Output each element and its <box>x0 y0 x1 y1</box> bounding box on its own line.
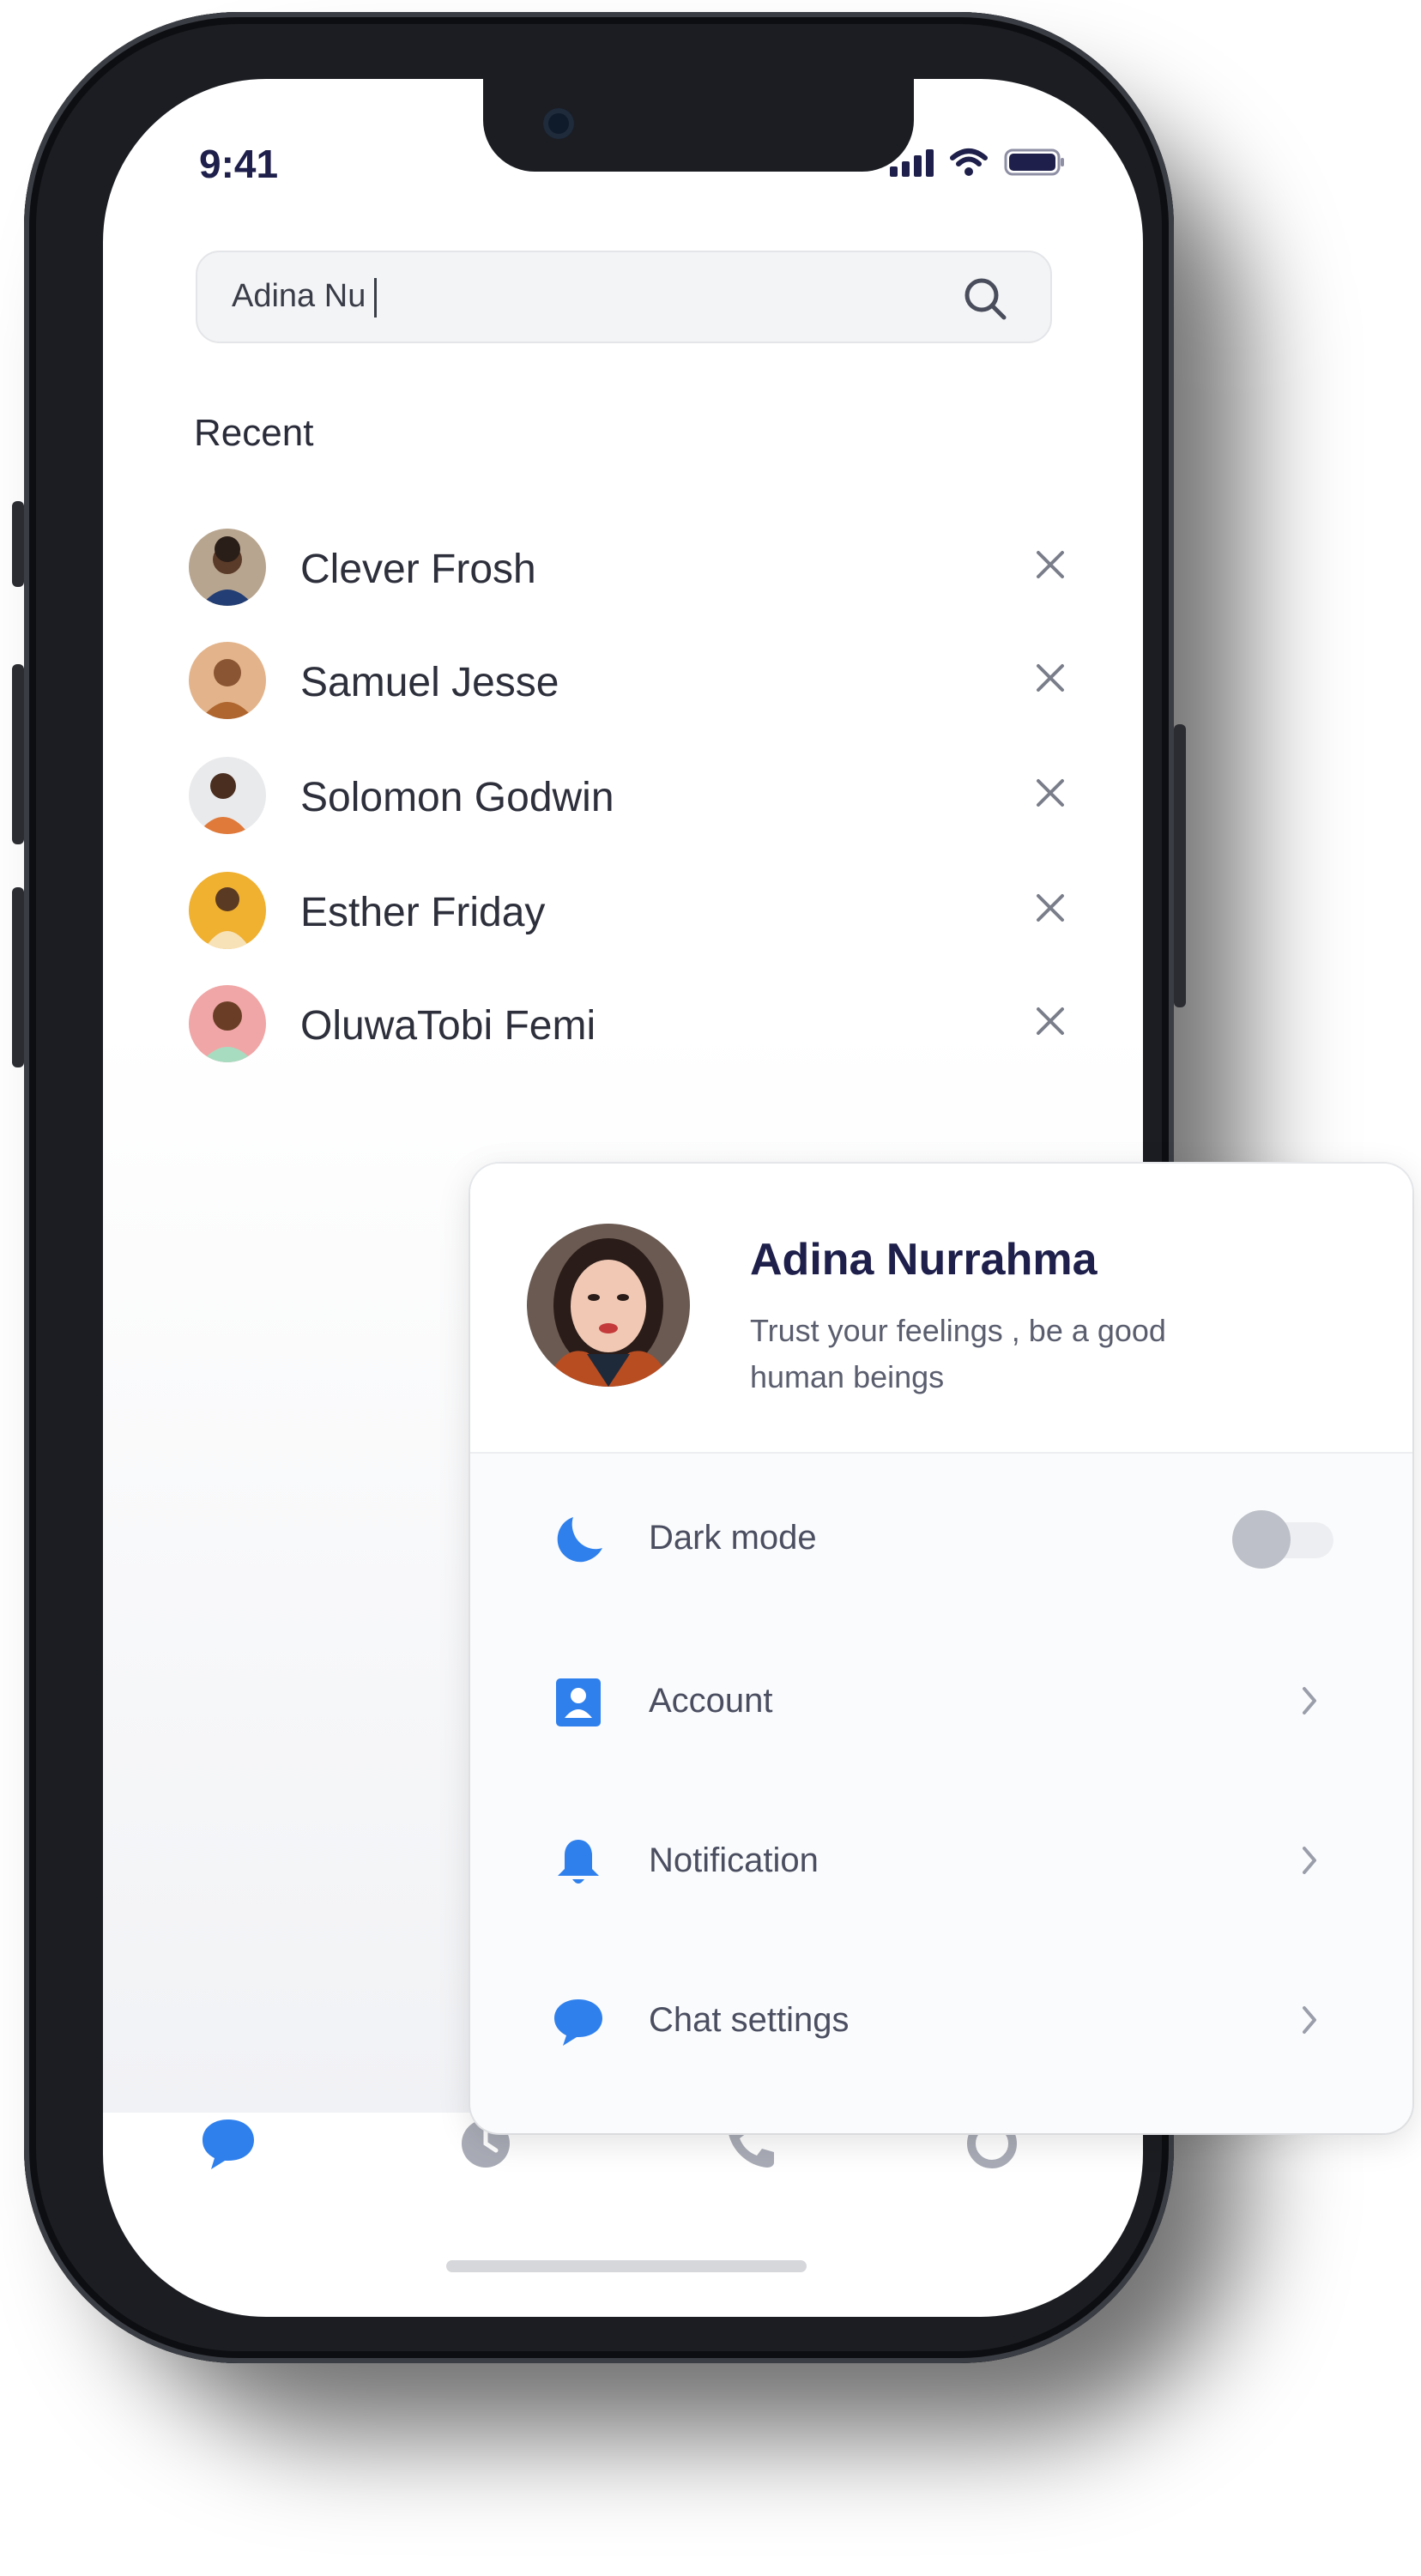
close-icon[interactable] <box>1028 542 1073 587</box>
tab-chats[interactable] <box>197 2113 259 2179</box>
avatar <box>189 872 266 949</box>
dark-mode-label: Dark mode <box>649 1519 817 1557</box>
recent-heading: Recent <box>194 412 314 454</box>
chat-settings-label: Chat settings <box>649 2001 850 2039</box>
power-button <box>1174 724 1186 1007</box>
status-time: 9:41 <box>199 142 279 186</box>
wifi-icon <box>949 148 989 177</box>
chevron-right-icon <box>1297 1684 1321 1722</box>
dark-mode-toggle[interactable] <box>1232 1510 1333 1569</box>
notification-row[interactable]: Notification <box>470 1809 1412 1912</box>
avatar <box>189 529 266 606</box>
profile-settings-card: Adina Nurrahma Trust your feelings , be … <box>470 1164 1412 2133</box>
search-input-value: Adina Nu <box>232 278 366 315</box>
close-icon[interactable] <box>1028 656 1073 700</box>
chevron-right-icon <box>1297 1843 1321 1882</box>
account-row[interactable]: Account <box>470 1649 1412 1752</box>
contact-name: Esther Friday <box>300 890 546 935</box>
profile-header: Adina Nurrahma Trust your feelings , be … <box>470 1164 1412 1454</box>
search-icon[interactable] <box>959 273 1011 329</box>
front-camera <box>543 108 574 139</box>
mute-switch <box>12 501 24 587</box>
profile-name: Adina Nurrahma <box>750 1235 1097 1285</box>
avatar <box>189 985 266 1062</box>
contact-name: Samuel Jesse <box>300 660 559 705</box>
contact-name: OluwaTobi Femi <box>300 1003 596 1049</box>
moon-icon <box>551 1512 606 1567</box>
chat-bubble-icon <box>551 1994 606 2049</box>
chevron-right-icon <box>1297 2003 1321 2041</box>
home-indicator <box>446 2260 807 2272</box>
volume-down-button <box>12 887 24 1067</box>
notification-label: Notification <box>649 1841 819 1879</box>
bell-icon <box>551 1835 606 1890</box>
recent-contact-item[interactable]: Clever Frosh <box>189 529 1073 614</box>
close-icon[interactable] <box>1028 771 1073 815</box>
profile-avatar <box>527 1224 690 1387</box>
chat-settings-row[interactable]: Chat settings <box>470 1968 1412 2071</box>
avatar <box>189 642 266 719</box>
toggle-knob <box>1232 1510 1291 1569</box>
close-icon[interactable] <box>1028 886 1073 930</box>
recent-contact-item[interactable]: OluwaTobi Femi <box>189 985 1073 1071</box>
contact-name: Solomon Godwin <box>300 775 614 820</box>
dark-mode-row[interactable]: Dark mode <box>470 1486 1412 1589</box>
status-icons <box>890 148 1066 177</box>
search-input[interactable]: Adina Nu <box>232 278 378 317</box>
notch <box>483 79 914 172</box>
battery-icon <box>1004 148 1066 177</box>
recent-contact-item[interactable]: Solomon Godwin <box>189 757 1073 843</box>
account-icon <box>551 1675 606 1730</box>
recent-contact-item[interactable]: Samuel Jesse <box>189 642 1073 728</box>
close-icon[interactable] <box>1028 999 1073 1043</box>
volume-up-button <box>12 664 24 844</box>
text-caret <box>374 278 378 317</box>
contact-name: Clever Frosh <box>300 547 536 592</box>
recent-contact-item[interactable]: Esther Friday <box>189 872 1073 958</box>
search-bar[interactable]: Adina Nu <box>196 251 1052 343</box>
avatar <box>189 757 266 834</box>
profile-bio: Trust your feelings , be a good human be… <box>750 1313 1166 1394</box>
account-label: Account <box>649 1682 773 1720</box>
cellular-signal-icon <box>890 149 934 177</box>
chat-bubble-icon <box>203 2119 254 2169</box>
